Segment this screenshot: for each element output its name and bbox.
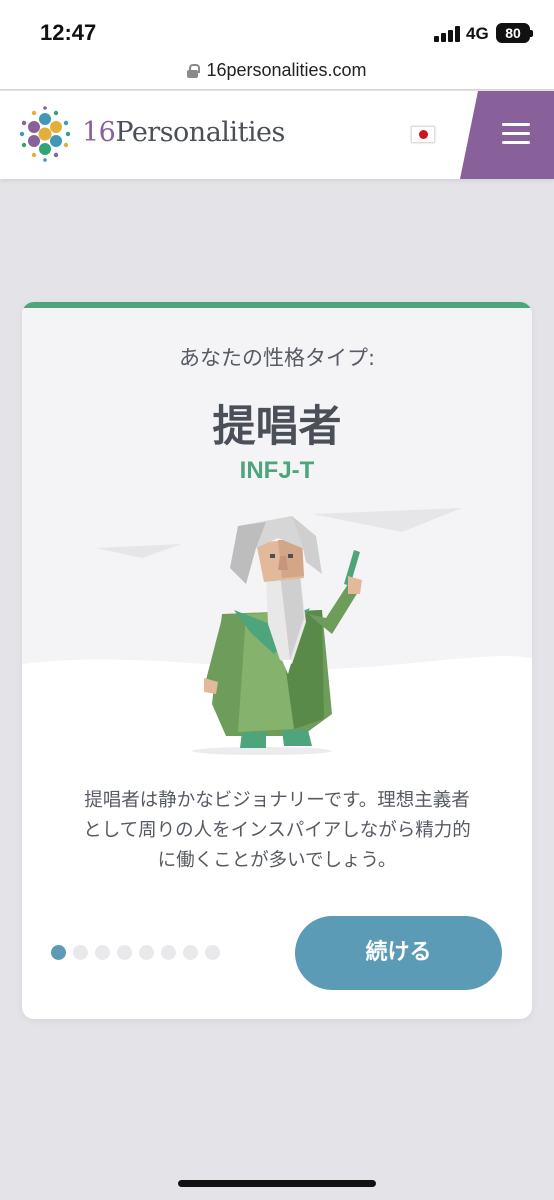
url-text: 16personalities.com (206, 60, 367, 80)
japan-flag-icon[interactable] (411, 126, 435, 143)
pager-dot[interactable] (117, 945, 132, 960)
battery-icon: 80 (496, 23, 533, 43)
pager-dot-active[interactable] (51, 945, 66, 960)
cellular-signal-icon (434, 26, 460, 42)
pager-dot[interactable] (205, 945, 220, 960)
personality-type-name: 提唱者 (212, 402, 342, 452)
personality-type-code: INFJ-T (239, 457, 315, 484)
pager-dot[interactable] (161, 945, 176, 960)
pager-dot[interactable] (183, 945, 198, 960)
pager-dot[interactable] (73, 945, 88, 960)
description-line: 提唱者は静かなビジョナリーです。理想主義者 (84, 790, 470, 811)
network-type: 4G (466, 24, 489, 43)
home-indicator[interactable] (178, 1180, 376, 1187)
description-line: に働くことが多いでしょう。 (157, 850, 397, 871)
logo-dots-icon[interactable] (16, 105, 74, 163)
logo-wordmark[interactable]: 16Personalities (82, 117, 285, 148)
site-header: 16Personalities (0, 91, 554, 179)
advocate-character-illustration (204, 516, 362, 748)
type-description: 提唱者は静かなビジョナリーです。理想主義者 として周りの人をインスパイアしながら… (52, 786, 502, 876)
address-bar[interactable]: 16personalities.com (0, 52, 554, 90)
pager-dot[interactable] (139, 945, 154, 960)
result-card: あなたの性格タイプ: 提唱者 INFJ-T 提唱者は静かなビジョナリーです。理想… (22, 302, 532, 1019)
status-time: 12:47 (40, 20, 97, 45)
pager-dot[interactable] (95, 945, 110, 960)
continue-button[interactable]: 続ける (295, 916, 502, 990)
lock-icon (187, 63, 201, 78)
hamburger-menu-icon[interactable] (502, 123, 530, 145)
status-bar: 12:47 4G 80 (0, 0, 554, 60)
description-line: として周りの人をインスパイアしながら精力的 (83, 820, 471, 841)
pager-dots (51, 945, 220, 961)
result-intro-label: あなたの性格タイプ: (178, 346, 376, 370)
